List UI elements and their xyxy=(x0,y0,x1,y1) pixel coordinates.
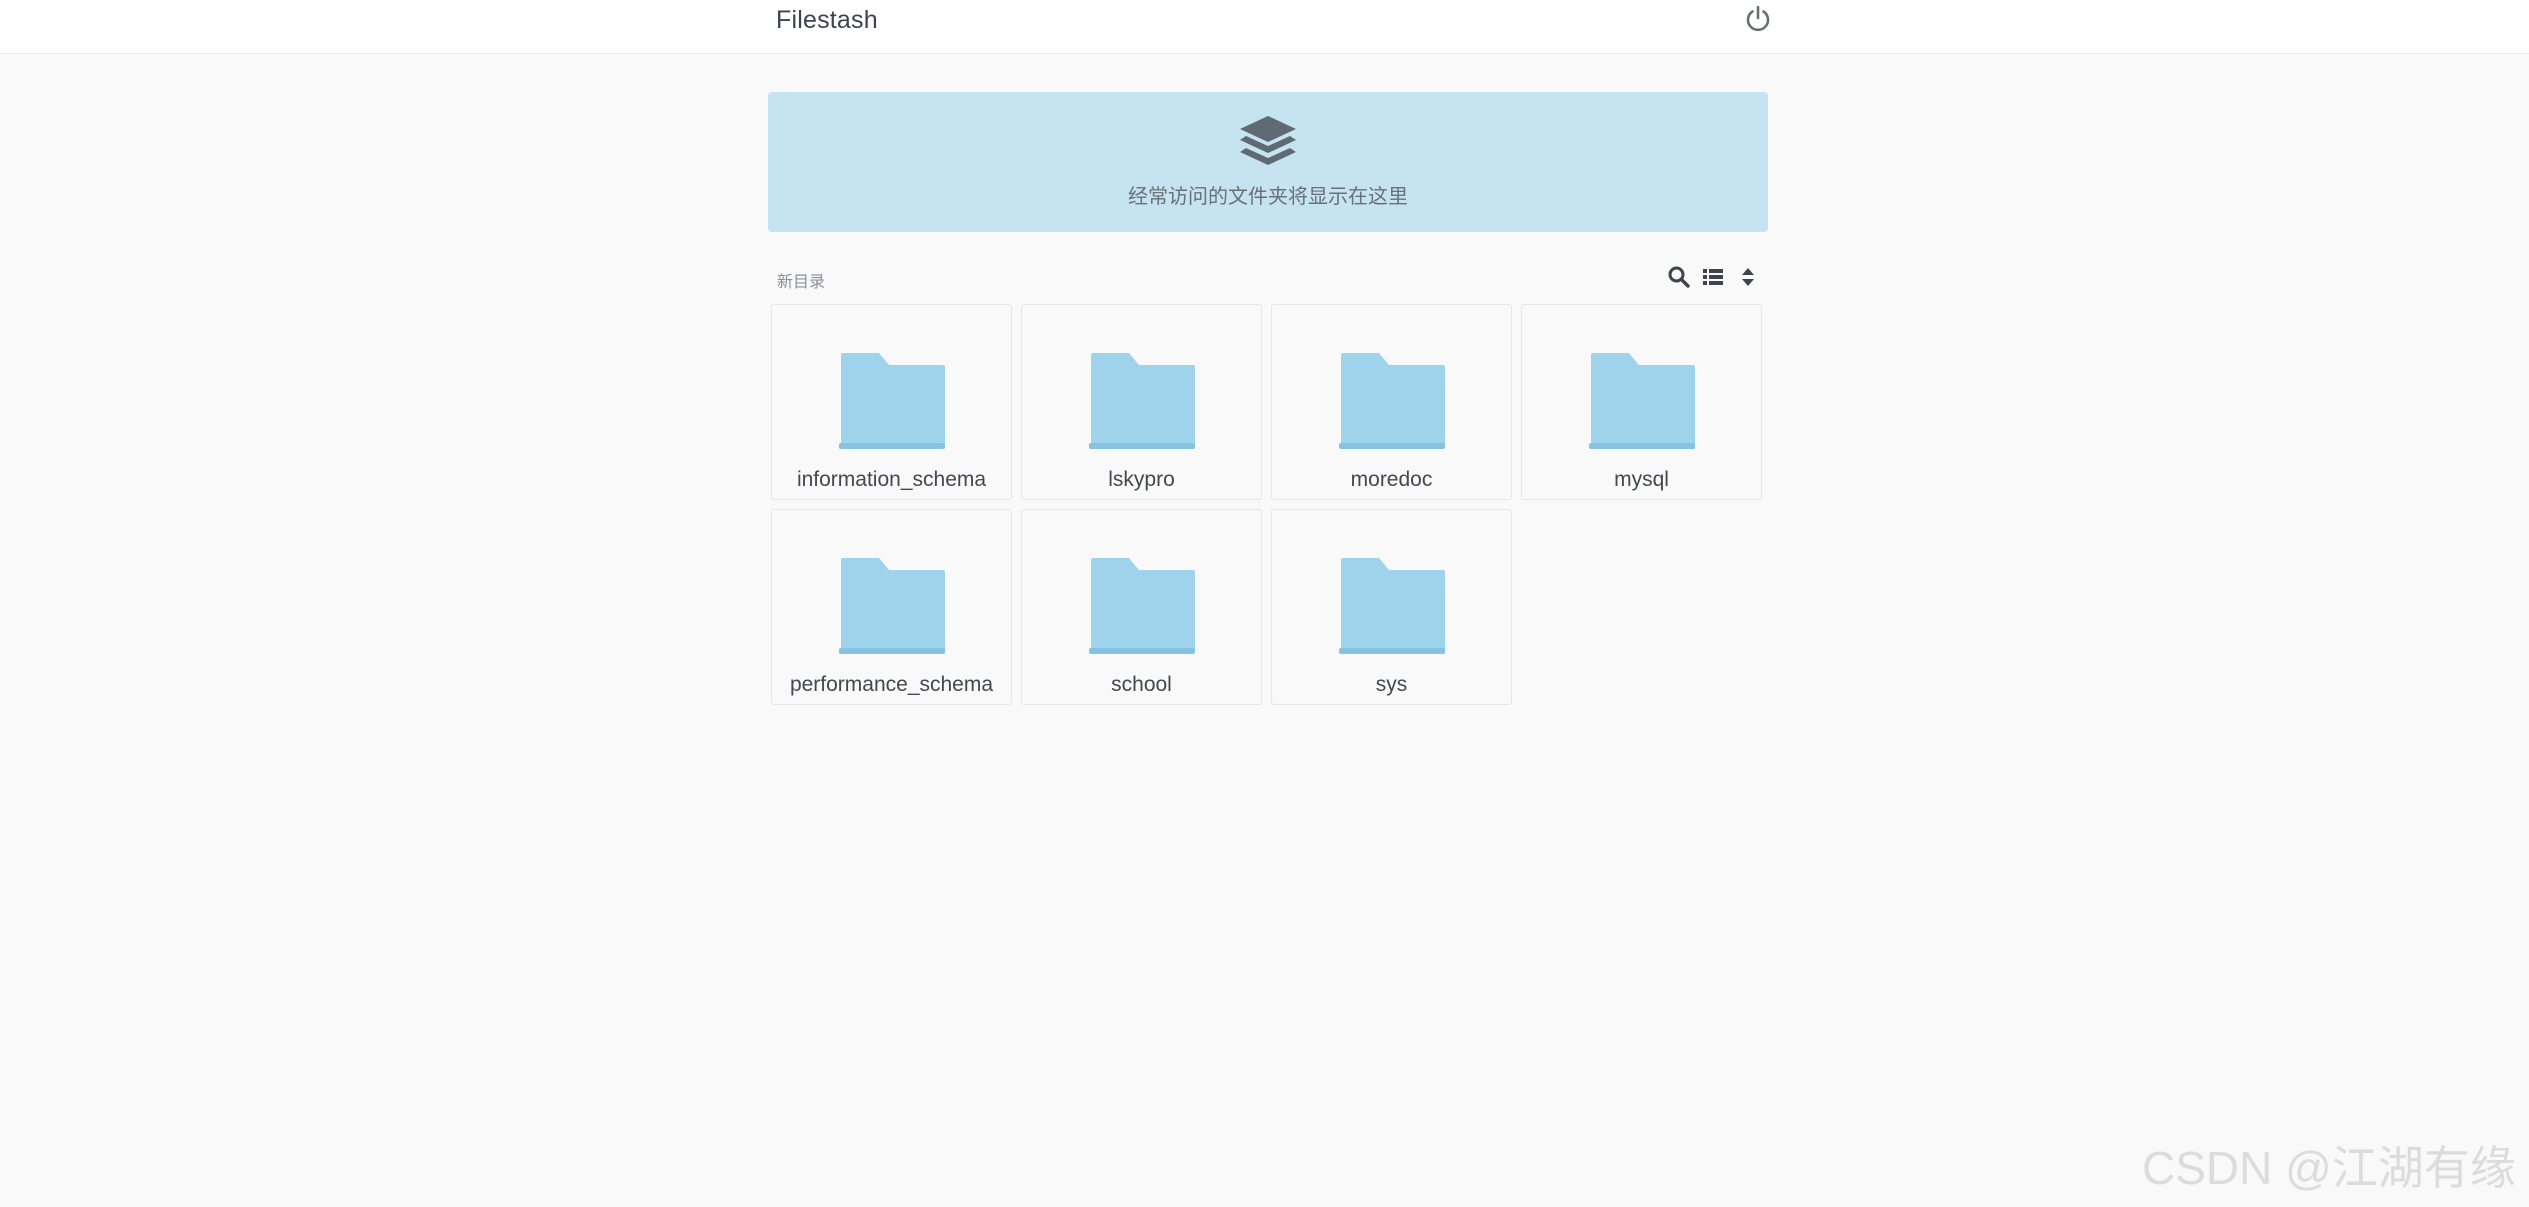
folder-icon xyxy=(839,353,945,449)
folder-icon xyxy=(839,558,945,654)
folder-card[interactable]: lskypro xyxy=(1021,304,1262,500)
folder-card[interactable]: moredoc xyxy=(1271,304,1512,500)
power-icon[interactable] xyxy=(1741,2,1775,36)
folder-name: performance_schema xyxy=(789,673,994,696)
folder-icon xyxy=(1089,558,1195,654)
search-icon[interactable] xyxy=(1666,264,1692,290)
folder-icon xyxy=(1339,558,1445,654)
folder-name: information_schema xyxy=(796,468,987,491)
folder-card[interactable]: performance_schema xyxy=(771,509,1012,705)
top-bar: Filestash xyxy=(0,0,2529,54)
watermark: CSDN @江湖有缘 xyxy=(2142,1142,2516,1194)
folder-name: sys xyxy=(1375,673,1408,696)
folder-icon xyxy=(1589,353,1695,449)
folder-icon xyxy=(1339,353,1445,449)
folder-name: moredoc xyxy=(1350,468,1433,491)
new-directory-button[interactable]: 新目录 xyxy=(777,268,825,292)
folder-name: school xyxy=(1111,673,1172,696)
app-brand[interactable]: Filestash xyxy=(776,6,878,35)
folder-name: lskypro xyxy=(1108,468,1175,491)
folder-icon xyxy=(1089,353,1195,449)
folder-card[interactable]: information_schema xyxy=(771,304,1012,500)
folder-card[interactable]: mysql xyxy=(1521,304,1762,500)
folder-card[interactable]: sys xyxy=(1271,509,1512,705)
frequent-folders-banner: 经常访问的文件夹将显示在这里 xyxy=(768,92,1768,232)
folder-card[interactable]: school xyxy=(1021,509,1262,705)
banner-message: 经常访问的文件夹将显示在这里 xyxy=(1128,186,1408,208)
folder-name: mysql xyxy=(1614,468,1669,491)
sort-icon[interactable] xyxy=(1735,264,1761,290)
list-view-icon[interactable] xyxy=(1700,264,1726,290)
layers-icon xyxy=(1240,116,1296,165)
